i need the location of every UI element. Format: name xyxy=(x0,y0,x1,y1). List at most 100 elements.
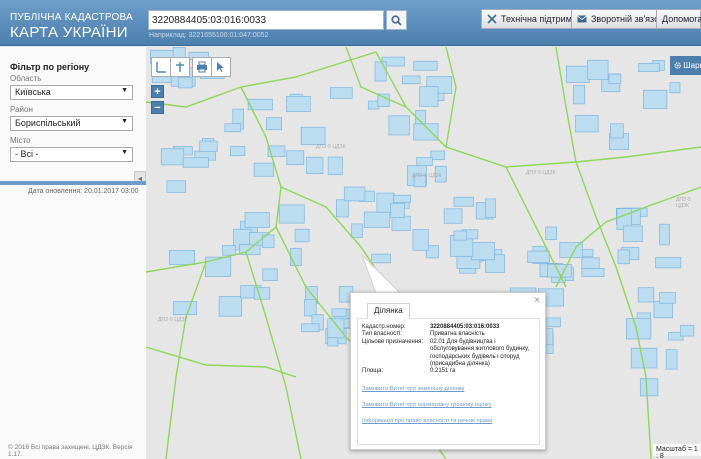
land-parcel[interactable] xyxy=(172,301,197,316)
land-parcel[interactable] xyxy=(331,308,347,317)
land-parcel[interactable] xyxy=(224,123,241,133)
land-parcel[interactable] xyxy=(253,287,271,300)
layers-button[interactable]: Шари xyxy=(670,56,701,75)
land-parcel[interactable] xyxy=(286,150,305,166)
land-parcel[interactable] xyxy=(363,211,390,228)
land-parcel[interactable] xyxy=(168,250,196,265)
land-parcel[interactable] xyxy=(336,199,349,218)
land-parcel[interactable] xyxy=(286,96,311,112)
search-button[interactable] xyxy=(386,10,407,30)
land-parcel[interactable] xyxy=(253,162,274,177)
land-parcel[interactable] xyxy=(430,150,446,161)
city-select[interactable]: - Всі - ▼ xyxy=(10,147,133,162)
field-value: 3220884405:03:016:0033 xyxy=(430,324,500,330)
land-parcel[interactable] xyxy=(622,225,643,242)
land-parcel[interactable] xyxy=(294,228,310,243)
land-parcel[interactable] xyxy=(178,77,193,89)
land-parcel[interactable] xyxy=(300,323,320,333)
land-parcel[interactable] xyxy=(565,65,590,83)
land-parcel[interactable] xyxy=(390,202,405,218)
tab-parcel[interactable]: Ділянка xyxy=(367,303,410,319)
land-parcel[interactable] xyxy=(655,257,682,269)
map-watermark: ДПЗ © ЦДЗК xyxy=(316,144,346,150)
zoom-out-button[interactable]: − xyxy=(151,101,164,114)
order-valuation-extract-link[interactable]: Замовити Витяг про нормативну грошову оц… xyxy=(362,402,535,408)
land-parcel[interactable] xyxy=(266,117,282,131)
land-parcel[interactable] xyxy=(485,198,496,219)
land-parcel[interactable] xyxy=(453,196,474,207)
help-button[interactable]: Допомога xyxy=(656,9,701,29)
land-parcel[interactable] xyxy=(638,62,660,72)
land-parcel[interactable] xyxy=(182,157,209,168)
land-parcel[interactable] xyxy=(639,378,659,397)
land-parcel[interactable] xyxy=(581,268,605,277)
land-parcel[interactable] xyxy=(643,89,668,109)
land-parcel[interactable] xyxy=(587,59,609,80)
land-parcel[interactable] xyxy=(367,100,380,110)
zoom-in-button[interactable]: + xyxy=(151,85,164,98)
land-parcel[interactable] xyxy=(659,292,676,304)
land-parcel[interactable] xyxy=(626,318,652,340)
land-parcel[interactable] xyxy=(289,247,302,267)
land-parcel[interactable] xyxy=(470,241,495,261)
land-parcel[interactable] xyxy=(343,186,366,202)
land-parcel[interactable] xyxy=(327,337,339,347)
land-parcel[interactable] xyxy=(637,287,655,303)
land-parcel[interactable] xyxy=(393,194,412,203)
land-parcel[interactable] xyxy=(412,229,429,251)
land-parcel[interactable] xyxy=(419,86,439,107)
cadastral-map[interactable]: ДПЗ © ЦДЗК ДПЗ © ЦДЗК ДПЗ © ЦДЗК ДПЗ © Ц… xyxy=(146,47,701,459)
region-select[interactable]: Київська ▼ xyxy=(10,85,133,100)
land-parcel[interactable] xyxy=(545,226,558,240)
land-parcel[interactable] xyxy=(374,61,387,82)
land-parcel[interactable] xyxy=(199,140,218,152)
land-parcel[interactable] xyxy=(669,82,681,94)
land-parcel[interactable] xyxy=(204,256,232,277)
land-parcel[interactable] xyxy=(659,223,670,246)
land-parcel[interactable] xyxy=(306,156,324,175)
land-parcel[interactable] xyxy=(304,299,317,317)
land-parcel[interactable] xyxy=(653,300,673,319)
land-parcel[interactable] xyxy=(351,223,363,238)
land-parcel[interactable] xyxy=(401,75,421,85)
land-parcel[interactable] xyxy=(166,180,187,193)
measure-area-tool[interactable] xyxy=(170,57,190,77)
land-parcel[interactable] xyxy=(222,245,236,256)
land-parcel[interactable] xyxy=(413,60,438,71)
land-parcel[interactable] xyxy=(665,349,678,370)
land-parcel[interactable] xyxy=(327,318,345,339)
land-parcel[interactable] xyxy=(609,123,624,139)
land-parcel[interactable] xyxy=(160,148,185,166)
land-parcel[interactable] xyxy=(608,73,622,85)
land-parcel[interactable] xyxy=(453,230,467,241)
land-parcel[interactable] xyxy=(575,114,599,133)
feedback-button[interactable]: Зворотній зв'язок xyxy=(571,9,670,29)
cadastral-search-input[interactable] xyxy=(148,10,384,30)
land-parcel[interactable] xyxy=(300,126,326,146)
land-parcel[interactable] xyxy=(443,208,463,224)
measure-distance-tool[interactable] xyxy=(151,57,171,77)
land-parcel[interactable] xyxy=(218,296,243,317)
land-parcel[interactable] xyxy=(680,324,695,337)
land-parcel[interactable] xyxy=(327,156,343,176)
district-select[interactable]: Бориспільський ▼ xyxy=(10,116,133,131)
land-parcel[interactable] xyxy=(391,215,411,231)
land-parcel[interactable] xyxy=(617,249,630,265)
land-parcel[interactable] xyxy=(416,157,433,167)
header-bar: ПУБЛІЧНА КАДАСТРОВА КАРТА УКРАЇНИ Наприк… xyxy=(0,0,701,46)
land-parcel[interactable] xyxy=(262,268,278,282)
land-parcel[interactable] xyxy=(388,115,410,136)
order-parcel-extract-link[interactable]: Замовити Витяг про земельну ділянку xyxy=(362,386,535,392)
land-parcel[interactable] xyxy=(330,87,353,99)
land-parcel[interactable] xyxy=(278,204,305,224)
brand-title[interactable]: КАРТА УКРАЇНИ xyxy=(10,24,128,41)
print-button[interactable] xyxy=(192,57,212,77)
close-icon[interactable]: × xyxy=(534,295,540,306)
info-cursor-tool[interactable] xyxy=(211,57,231,77)
land-parcel[interactable] xyxy=(527,250,550,263)
land-parcel[interactable] xyxy=(244,212,270,228)
field-key: Кадастр.номер: xyxy=(362,324,406,330)
land-parcel[interactable] xyxy=(573,84,586,105)
land-parcel[interactable] xyxy=(230,145,246,157)
ownership-info-link[interactable]: Інформація про право власності та речові… xyxy=(362,418,535,424)
